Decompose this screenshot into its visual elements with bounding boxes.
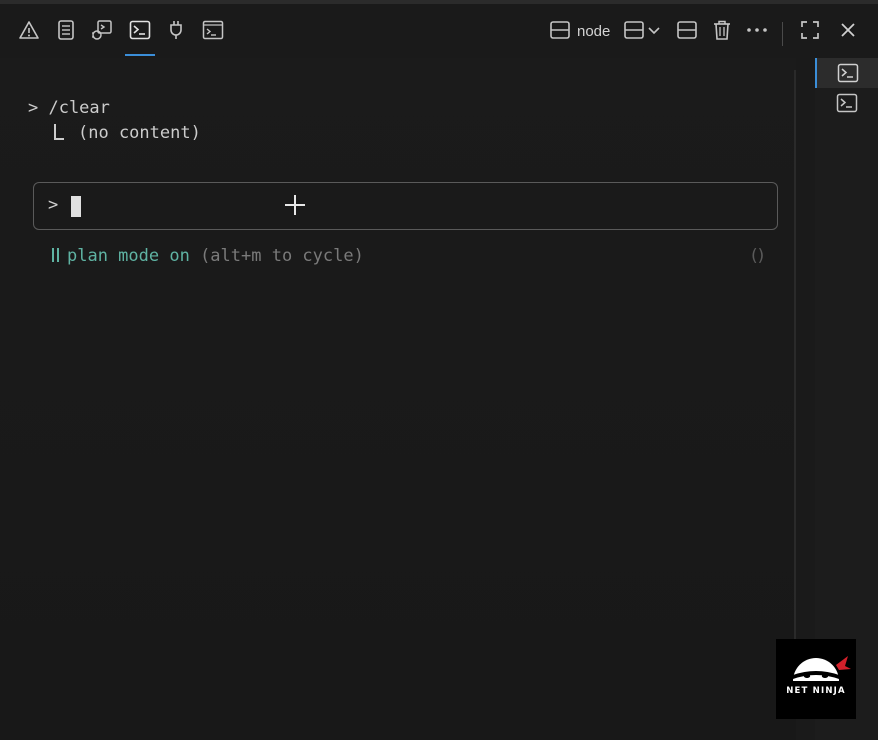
active-tab-indicator [125, 54, 155, 56]
mode-status-line: plan mode on (alt+m to cycle) [52, 246, 364, 266]
debug-console-icon[interactable] [90, 18, 114, 42]
mouse-crosshair-icon [284, 194, 306, 216]
text-cursor [71, 196, 81, 217]
output-text: (no content) [78, 123, 201, 143]
new-terminal-split-icon[interactable] [548, 18, 572, 42]
terminal-viewport[interactable] [0, 58, 796, 740]
chevron-down-icon[interactable] [646, 18, 662, 42]
more-icon[interactable] [745, 18, 769, 42]
terminal-instance-1[interactable] [815, 58, 878, 88]
prompt-input-box[interactable]: > [33, 182, 778, 230]
pause-icon [52, 248, 59, 262]
terminal-instance-list [815, 58, 878, 740]
terminal-icon [837, 63, 858, 83]
ports-icon[interactable] [164, 18, 188, 42]
terminal-panel-icon[interactable] [201, 18, 225, 42]
terminal-icon[interactable] [128, 18, 152, 42]
split-layout-icon[interactable] [622, 18, 646, 42]
prompt-caret: > [48, 195, 59, 215]
terminal-instance-2[interactable] [815, 88, 878, 118]
command-history-line: > /clear [28, 98, 110, 118]
toolbar-divider [782, 22, 783, 46]
split-terminal-icon[interactable] [675, 18, 699, 42]
net-ninja-logo: NET NINJA [776, 639, 856, 719]
ninja-head-icon [793, 656, 851, 681]
terminal-name-label[interactable]: node [577, 23, 610, 40]
close-icon[interactable] [836, 18, 860, 42]
warning-icon[interactable] [17, 18, 41, 42]
panel-toolbar: node [0, 4, 878, 58]
maximize-icon[interactable] [798, 18, 822, 42]
mode-hint: (alt+m to cycle) [189, 246, 364, 266]
output-icon[interactable] [54, 18, 78, 42]
terminal-icon [836, 93, 857, 113]
command-output-line: (no content) [54, 123, 201, 143]
trash-icon[interactable] [710, 18, 734, 42]
scrollbar-track[interactable] [794, 70, 796, 710]
tree-corner-glyph [54, 124, 64, 140]
mode-label: plan mode on [67, 246, 190, 266]
status-right-paren: () [751, 246, 765, 266]
logo-text: NET NINJA [786, 686, 846, 696]
